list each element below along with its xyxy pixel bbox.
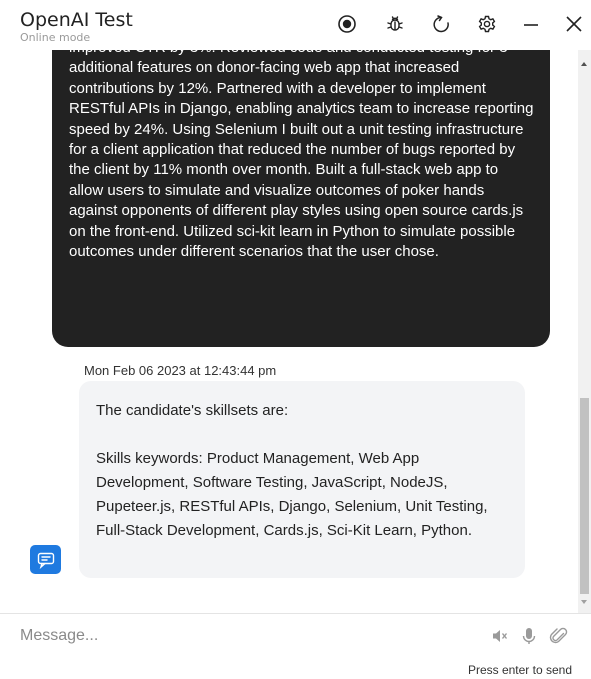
refresh-icon <box>433 15 449 33</box>
settings-button[interactable] <box>475 12 499 36</box>
composer-divider <box>0 613 591 614</box>
bug-icon <box>387 16 403 31</box>
scroll-down-arrow-icon[interactable] <box>581 600 587 604</box>
scrollbar-thumb[interactable] <box>580 398 589 594</box>
user-message-text: improved CTR by 3%. Reviewed code and co… <box>69 50 534 261</box>
record-icon <box>338 15 356 33</box>
voice-input-button[interactable] <box>519 626 539 646</box>
send-hint: Press enter to send <box>467 663 572 677</box>
record-button[interactable] <box>335 12 359 36</box>
scroll-up-arrow-icon[interactable] <box>581 62 587 66</box>
speaker-muted-icon <box>493 630 508 642</box>
chat-bot-icon <box>37 552 54 569</box>
bot-avatar <box>30 545 61 574</box>
connection-status: Online mode <box>20 31 91 44</box>
close-icon <box>566 16 582 32</box>
chat-title: OpenAI Test <box>20 9 133 31</box>
minimize-icon <box>524 24 538 26</box>
message-list[interactable]: improved CTR by 3%. Reviewed code and co… <box>0 50 578 613</box>
message-timestamp: Mon Feb 06 2023 at 12:43:44 pm <box>84 363 277 378</box>
bot-message-skills: Skills keywords: Product Management, Web… <box>96 450 488 539</box>
chat-header: OpenAI Test Online mode <box>0 0 591 50</box>
mute-button[interactable] <box>490 626 510 646</box>
close-button[interactable] <box>562 12 586 36</box>
minimize-button[interactable] <box>519 12 543 36</box>
bot-message-intro: The candidate's skillsets are: <box>96 402 289 419</box>
attach-button[interactable] <box>549 626 569 646</box>
message-input[interactable] <box>20 624 460 648</box>
microphone-icon <box>522 628 536 644</box>
gear-icon <box>478 15 496 33</box>
debug-button[interactable] <box>383 12 407 36</box>
scrollbar[interactable] <box>578 50 591 613</box>
user-message: improved CTR by 3%. Reviewed code and co… <box>52 50 550 347</box>
refresh-button[interactable] <box>430 12 454 36</box>
paperclip-icon <box>549 627 568 644</box>
bot-message: The candidate's skillsets are: Skills ke… <box>79 381 525 578</box>
